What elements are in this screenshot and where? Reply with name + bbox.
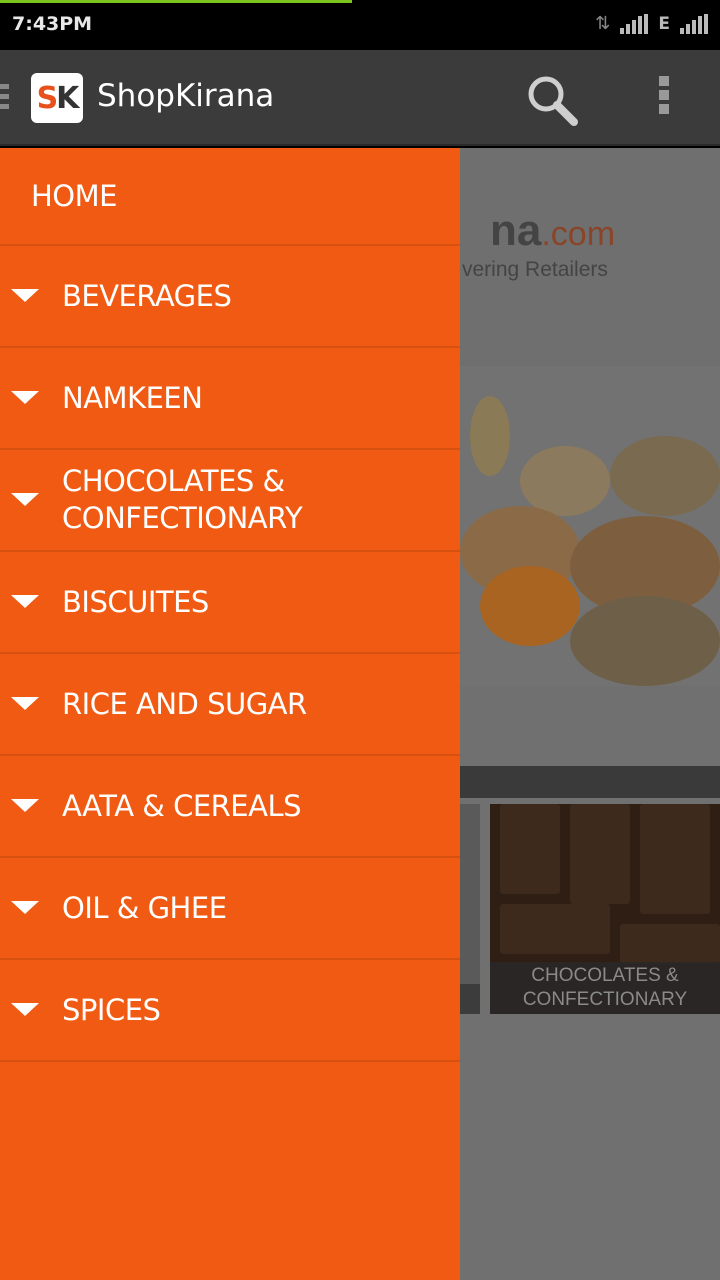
expand-arrow-icon: [11, 595, 39, 608]
drawer-indicator-icon[interactable]: [0, 84, 9, 112]
drawer-item-spices[interactable]: SPICES: [0, 960, 460, 1062]
data-activity-icon: ⇅: [595, 13, 611, 34]
status-bar: 7:43PM ⇅ E: [0, 0, 720, 50]
drawer-item-label: RICE AND SUGAR: [62, 686, 307, 721]
expand-arrow-icon: [11, 289, 39, 302]
search-icon[interactable]: [522, 72, 582, 128]
app-title[interactable]: ShopKirana: [97, 78, 274, 114]
drawer-item-label: HOME: [31, 178, 117, 213]
network-type-label: E: [658, 14, 670, 34]
banner-tagline: vering Retailers: [462, 258, 608, 281]
drawer-item-home[interactable]: HOME: [0, 148, 460, 246]
action-bar: SK ShopKirana: [0, 50, 720, 146]
expand-arrow-icon: [11, 391, 39, 404]
overflow-menu-icon[interactable]: [644, 72, 684, 128]
banner: [460, 148, 720, 366]
drawer-item-oil-ghee[interactable]: OIL & GHEE: [0, 858, 460, 960]
banner-domain-text: na.com: [490, 206, 616, 255]
drawer-item-namkeen[interactable]: NAMKEEN: [0, 348, 460, 450]
logo-letter-k: K: [56, 80, 79, 116]
expand-arrow-icon: [11, 697, 39, 710]
category-tile-partial[interactable]: [460, 804, 480, 1014]
expand-arrow-icon: [11, 493, 39, 506]
loading-progress-bar: [0, 0, 352, 3]
drawer-item-rice-and-sugar[interactable]: RICE AND SUGAR: [0, 654, 460, 756]
status-time: 7:43PM: [12, 13, 93, 35]
drawer-item-label: CHOCOLATES & CONFECTIONARY: [62, 464, 303, 535]
dry-fruits-image[interactable]: [460, 366, 720, 686]
app-logo[interactable]: SK: [31, 73, 83, 123]
navigation-drawer: HOME BEVERAGES NAMKEEN CHOCOLATES & CONF…: [0, 148, 460, 1280]
drawer-item-beverages[interactable]: BEVERAGES: [0, 246, 460, 348]
drawer-item-biscuites[interactable]: BISCUITES: [0, 552, 460, 654]
drawer-item-chocolates[interactable]: CHOCOLATES & CONFECTIONARY: [0, 450, 460, 552]
expand-arrow-icon: [11, 799, 39, 812]
category-tile-chocolates[interactable]: CHOCOLATES & CONFECTIONARY: [490, 804, 720, 1014]
expand-arrow-icon: [11, 901, 39, 914]
signal-strength-icon: [620, 14, 649, 34]
status-icons: ⇅ E: [595, 14, 708, 34]
drawer-item-label: AATA & CEREALS: [62, 788, 302, 823]
section-header-bar: [460, 766, 720, 798]
tile-caption: CHOCOLATES & CONFECTIONARY: [490, 962, 720, 1014]
drawer-item-aata-cereals[interactable]: AATA & CEREALS: [0, 756, 460, 858]
logo-letter-s: S: [36, 80, 59, 116]
expand-arrow-icon: [11, 1003, 39, 1016]
signal-strength-icon-2: [680, 14, 708, 34]
